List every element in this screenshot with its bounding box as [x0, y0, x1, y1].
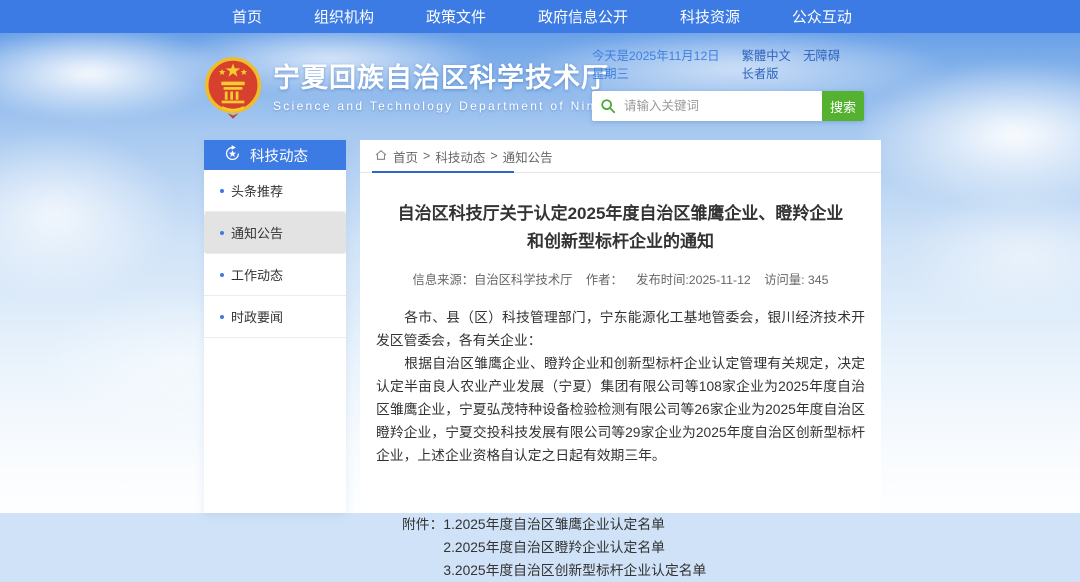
top-navigation-inner: 首页 组织机构 政策文件 政府信息公开 科技资源 公众互动 — [200, 0, 880, 33]
sidebar-item-headlines[interactable]: 头条推荐 — [204, 170, 346, 212]
sidebar-item-notices[interactable]: 通知公告 — [204, 212, 346, 254]
site-header: 宁夏回族自治区科学技术厅 Science and Technology Depa… — [0, 33, 1080, 140]
main-content-panel: 首页 > 科技动态 > 通知公告 自治区科技厅关于认定2025年度自治区雏鹰企业… — [360, 140, 881, 513]
attachments-section: 附件： 1.2025年度自治区雏鹰企业认定名单 2.2025年度自治区瞪羚企业认… — [402, 513, 865, 582]
nav-item-gov-info-disclosure[interactable]: 政府信息公开 — [538, 6, 628, 27]
nav-item-home[interactable]: 首页 — [232, 6, 262, 27]
breadcrumb-separator: > — [423, 149, 430, 163]
bullet-dot-icon — [220, 231, 224, 235]
circular-star-icon — [224, 145, 241, 166]
brand-text: 宁夏回族自治区科学技术厅 Science and Technology Depa… — [273, 62, 627, 113]
article-title: 自治区科技厅关于认定2025年度自治区雏鹰企业、瞪羚企业 和创新型标杆企业的通知 — [376, 200, 865, 256]
search-input[interactable] — [624, 99, 822, 113]
header-utility-row: 今天是2025年11月12日 星期三 繁體中文 无障碍 长者版 — [592, 46, 864, 82]
breadcrumb-home[interactable]: 首页 — [393, 147, 418, 166]
sidebar-item-label: 头条推荐 — [231, 181, 283, 200]
attachment-link-gazelle-list[interactable]: 2.2025年度自治区瞪羚企业认定名单 — [443, 536, 706, 559]
search-box: 搜索 — [592, 91, 864, 121]
breadcrumb-accent-underline — [372, 171, 514, 173]
link-accessibility[interactable]: 无障碍 — [803, 49, 840, 63]
cloud-decoration — [0, 130, 180, 300]
sidebar-header: 科技动态 — [204, 140, 346, 170]
current-date: 今天是2025年11月12日 星期三 — [592, 46, 733, 82]
link-elderly-version[interactable]: 长者版 — [742, 67, 779, 81]
link-traditional-chinese[interactable]: 繁體中文 — [742, 49, 791, 63]
sidebar-item-work-trends[interactable]: 工作动态 — [204, 254, 346, 296]
bullet-dot-icon — [220, 189, 224, 193]
article-meta: 信息来源：自治区科学技术厅 作者： 发布时间:2025-11-12 访问量: 3… — [376, 270, 865, 288]
nav-item-public-interaction[interactable]: 公众互动 — [792, 6, 852, 27]
nav-item-organization[interactable]: 组织机构 — [314, 6, 374, 27]
article-title-line2: 和创新型标杆企业的通知 — [376, 228, 865, 256]
meta-author: 作者： — [586, 273, 623, 287]
attachment-link-benchmark-list[interactable]: 3.2025年度自治区创新型标杆企业认定名单 — [443, 559, 706, 582]
nav-item-policy-documents[interactable]: 政策文件 — [426, 6, 486, 27]
article-body: 各市、县（区）科技管理部门，宁东能源化工基地管委会，银川经济技术开发区管委会，各… — [376, 306, 865, 467]
breadcrumb-sci-tech-news[interactable]: 科技动态 — [435, 147, 485, 166]
site-brand: 宁夏回族自治区科学技术厅 Science and Technology Depa… — [204, 55, 627, 119]
attachments-label: 附件： — [402, 513, 443, 536]
sidebar-menu: 头条推荐 通知公告 工作动态 时政要闻 — [204, 170, 346, 338]
article-paragraph: 各市、县（区）科技管理部门，宁东能源化工基地管委会，银川经济技术开发区管委会，各… — [376, 306, 865, 352]
quick-links: 繁體中文 无障碍 长者版 — [733, 46, 864, 82]
breadcrumb-current-page: 通知公告 — [503, 147, 553, 166]
sidebar-item-label: 通知公告 — [231, 223, 283, 242]
bullet-dot-icon — [220, 273, 224, 277]
sidebar: 科技动态 头条推荐 通知公告 工作动态 时政要闻 — [204, 140, 346, 513]
attachment-link-eagle-list[interactable]: 1.2025年度自治区雏鹰企业认定名单 — [443, 513, 706, 536]
article-title-line1: 自治区科技厅关于认定2025年度自治区雏鹰企业、瞪羚企业 — [376, 200, 865, 228]
cloud-decoration — [900, 190, 1080, 320]
site-title: 宁夏回族自治区科学技术厅 — [273, 62, 627, 95]
breadcrumb-separator: > — [490, 149, 497, 163]
search-icon — [592, 98, 624, 114]
meta-visit-count: 访问量: 345 — [764, 273, 828, 287]
sidebar-item-current-politics[interactable]: 时政要闻 — [204, 296, 346, 338]
nav-item-sci-tech-resources[interactable]: 科技资源 — [680, 6, 740, 27]
search-button[interactable]: 搜索 — [822, 91, 864, 121]
meta-source: 信息来源：自治区科学技术厅 — [413, 273, 573, 287]
top-navigation: 首页 组织机构 政策文件 政府信息公开 科技资源 公众互动 — [0, 0, 1080, 33]
article: 自治区科技厅关于认定2025年度自治区雏鹰企业、瞪羚企业 和创新型标杆企业的通知… — [360, 200, 881, 582]
national-emblem-logo — [204, 55, 262, 119]
article-paragraph: 根据自治区雏鹰企业、瞪羚企业和创新型标杆企业认定管理有关规定，决定认定半亩良人农… — [376, 352, 865, 467]
attachments-list: 1.2025年度自治区雏鹰企业认定名单 2.2025年度自治区瞪羚企业认定名单 … — [443, 513, 706, 582]
sidebar-item-label: 时政要闻 — [231, 307, 283, 326]
sidebar-title: 科技动态 — [250, 145, 308, 166]
site-subtitle-english: Science and Technology Department of Nin… — [273, 99, 627, 113]
bullet-dot-icon — [220, 315, 224, 319]
breadcrumb: 首页 > 科技动态 > 通知公告 — [360, 140, 881, 173]
sidebar-item-label: 工作动态 — [231, 265, 283, 284]
home-icon — [374, 148, 388, 165]
meta-publish-date: 发布时间:2025-11-12 — [636, 273, 751, 287]
header-right: 今天是2025年11月12日 星期三 繁體中文 无障碍 长者版 搜索 — [592, 46, 864, 121]
